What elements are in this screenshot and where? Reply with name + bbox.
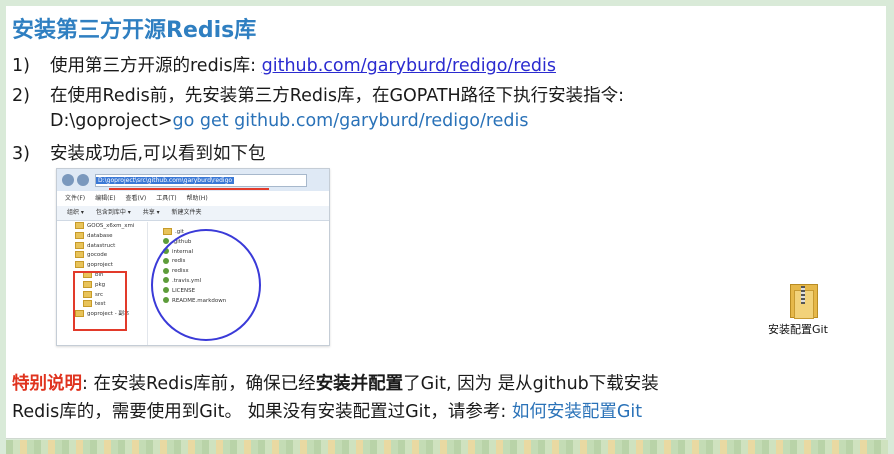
step-1-number: 1) xyxy=(12,56,30,76)
step-1-text: 使用第三方开源的redis库: xyxy=(50,56,262,76)
slide-title: 安装第三方开源Redis库 xyxy=(12,18,257,43)
command-line: D:\goproject>go get github.com/garyburd/… xyxy=(50,111,529,131)
note-line-2: Redis库的，需要使用到Git。 如果没有安装配置过Git，请参考: 如何安装… xyxy=(12,398,642,423)
redis-library-link[interactable]: github.com/garyburd/redigo/redis xyxy=(262,56,556,76)
note-text-1: : 在安装Redis库前，确保已经 xyxy=(82,374,316,394)
toolbar-new-folder: 新建文件夹 xyxy=(171,209,202,216)
menu-edit: 编辑(E) xyxy=(95,195,116,202)
explorer-menu: 文件(F) 编辑(E) 查看(V) 工具(T) 帮助(H) xyxy=(57,193,329,205)
toolbar-include-library: 包含到库中 ▾ xyxy=(95,209,131,216)
go-get-command: go get github.com/garyburd/redigo/redis xyxy=(172,111,529,131)
bottom-decorative-band xyxy=(6,440,888,454)
address-underline-annotation xyxy=(109,188,269,190)
folder-icon xyxy=(75,222,84,229)
menu-file: 文件(F) xyxy=(65,195,86,202)
step-2-text: 在使用Redis前，先安装第三方Redis库，在GOPATH路径下执行安装指令: xyxy=(50,86,625,106)
zip-folder-icon[interactable] xyxy=(786,280,820,319)
folder-icon xyxy=(75,231,84,239)
step-1: 1) 使用第三方开源的redis库: github.com/garyburd/re… xyxy=(12,52,556,77)
menu-view: 查看(V) xyxy=(125,195,147,202)
menu-tools: 工具(T) xyxy=(156,195,177,202)
tree-item: GOOS_x6xm_xmi xyxy=(57,222,147,232)
step-3-number: 3) xyxy=(12,144,30,164)
folder-icon xyxy=(75,261,84,269)
folder-icon xyxy=(163,228,172,235)
step-2-number: 2) xyxy=(12,86,30,106)
file-item: .git xyxy=(149,228,329,238)
folder-icon xyxy=(75,241,84,249)
note-text-2: 了Git, 因为 是从github下载安装 xyxy=(403,374,659,394)
note-bold: 安装并配置 xyxy=(315,374,404,394)
step-3: 3) 安装成功后,可以看到如下包 xyxy=(12,140,266,165)
tree-item: database xyxy=(57,231,147,242)
step-2: 2) 在使用Redis前，先安装第三方Redis库，在GOPATH路径下执行安装指… xyxy=(12,82,624,107)
tree-item: datastruct xyxy=(57,241,147,252)
tree-item: gocode xyxy=(57,251,147,261)
explorer-address-text: D:\goproject\src\github.com\garyburd\red… xyxy=(96,177,235,184)
step-3-text: 安装成功后,可以看到如下包 xyxy=(50,144,266,164)
explorer-address-bar: D:\goproject\src\github.com\garyburd\red… xyxy=(95,174,307,187)
desktop-icon-label[interactable]: 安装配置Git xyxy=(768,321,828,337)
forward-icon xyxy=(77,174,89,186)
command-prompt: D:\goproject> xyxy=(50,111,173,131)
explorer-screenshot: D:\goproject\src\github.com\garyburd\red… xyxy=(56,168,330,346)
toolbar-organize: 组织 ▾ xyxy=(67,209,84,216)
red-highlight-annotation xyxy=(73,271,127,331)
folder-icon xyxy=(75,251,84,259)
tree-item: goproject xyxy=(57,261,147,271)
back-icon xyxy=(62,174,74,186)
git-install-link[interactable]: 如何安装配置Git xyxy=(512,402,642,422)
menu-help: 帮助(H) xyxy=(186,195,208,202)
note-label: 特别说明 xyxy=(12,374,82,394)
note-line-1: 特别说明: 在安装Redis库前，确保已经安装并配置了Git, 因为 是从git… xyxy=(12,370,659,395)
blue-circle-annotation xyxy=(151,229,261,341)
explorer-toolbar: 组织 ▾ 包含到库中 ▾ 共享 ▾ 新建文件夹 xyxy=(57,206,329,221)
note-text-3: Redis库的，需要使用到Git。 如果没有安装配置过Git，请参考: xyxy=(12,402,512,422)
toolbar-share: 共享 ▾ xyxy=(142,209,160,216)
